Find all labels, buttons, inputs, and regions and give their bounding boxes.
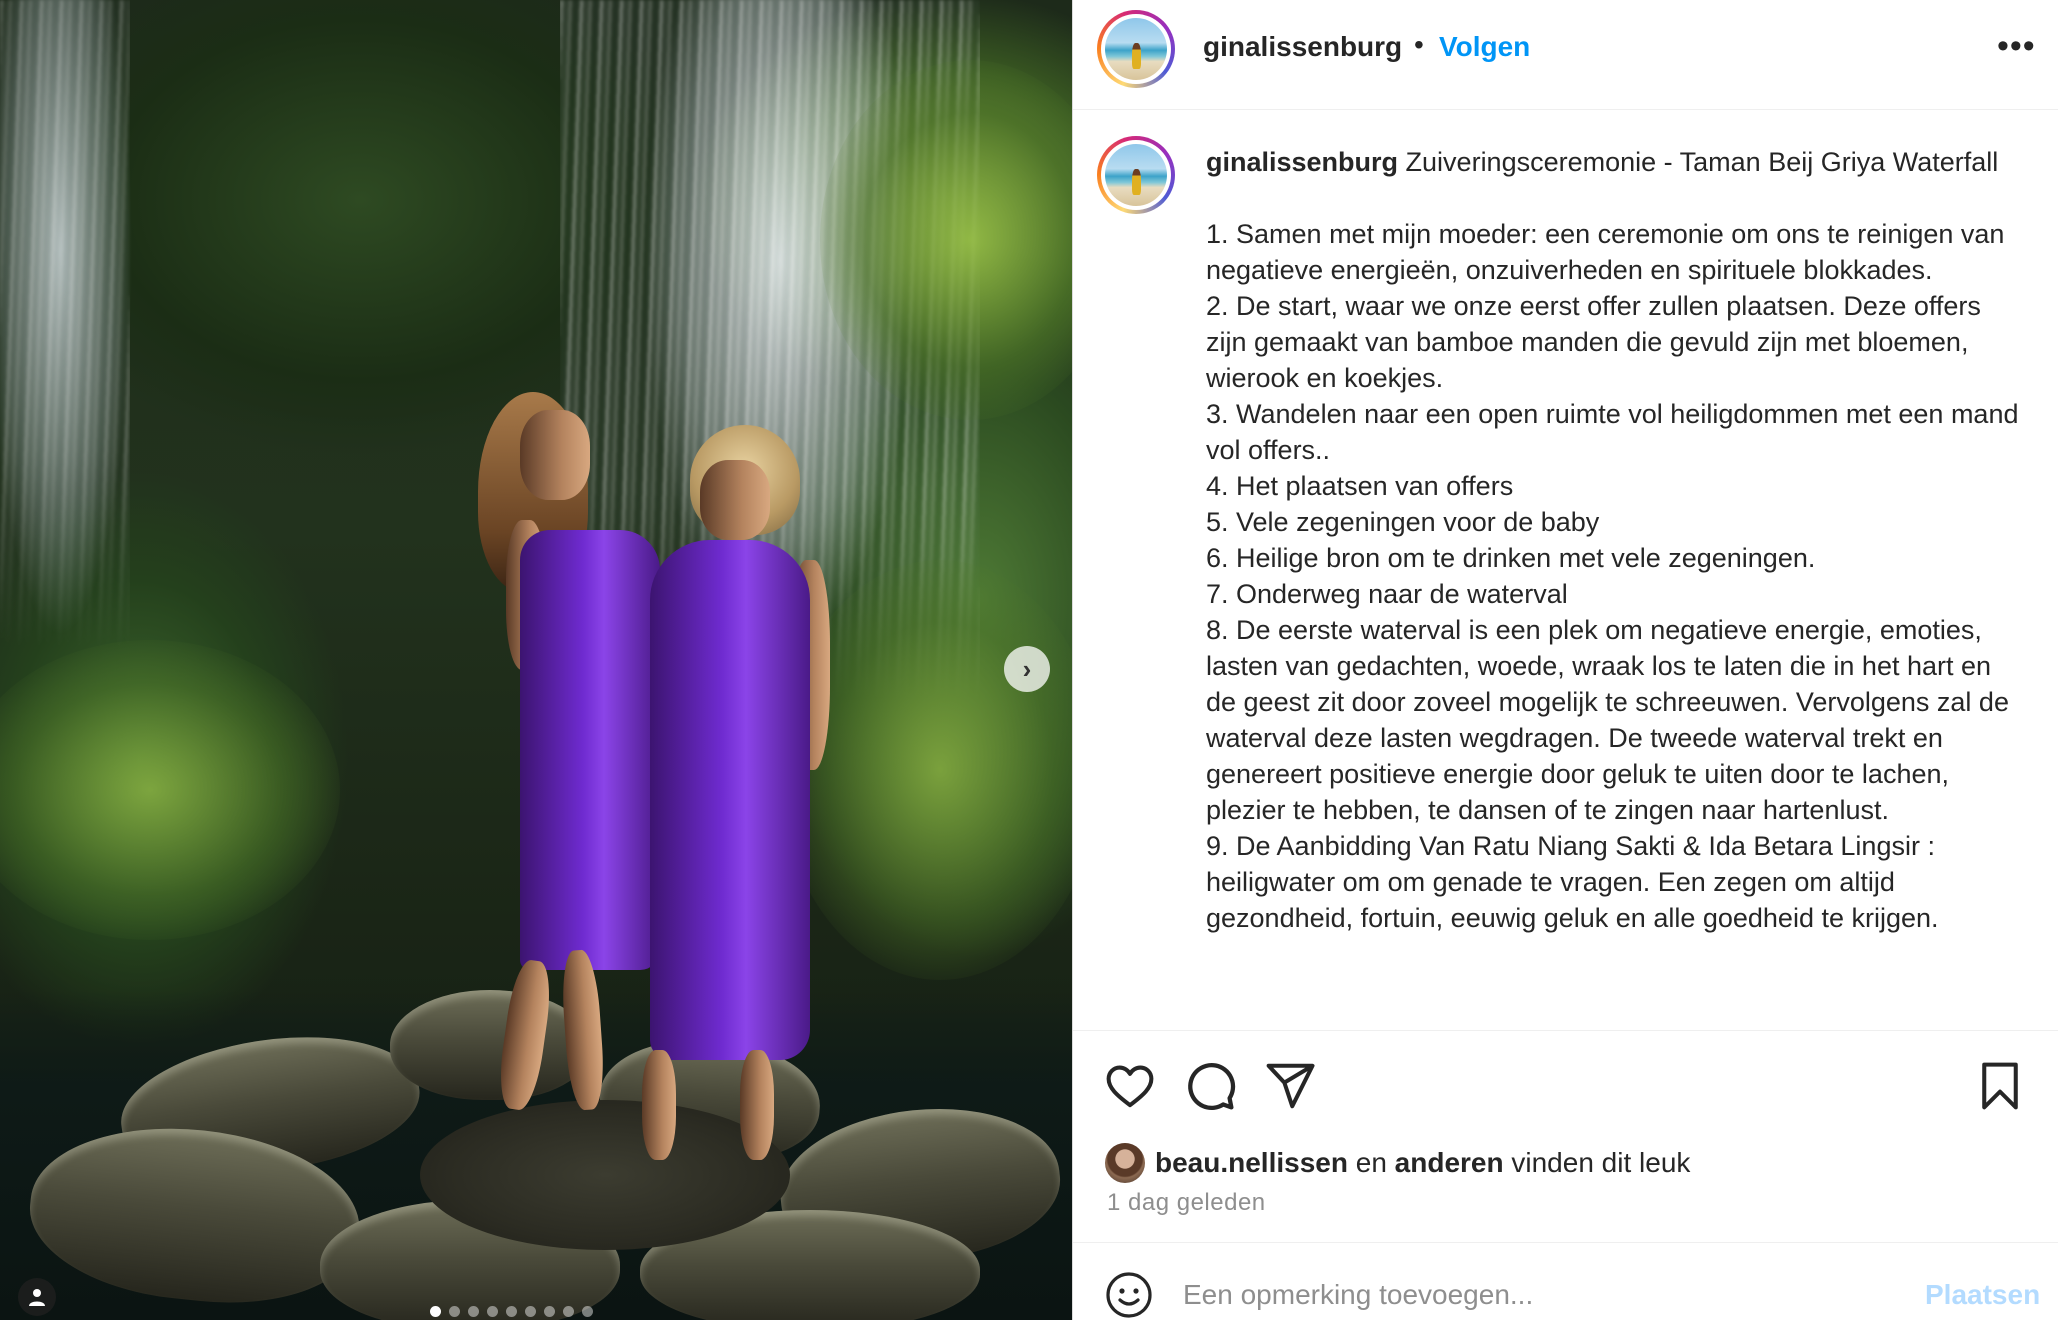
- caption-body: Zuiveringsceremonie - Taman Beij Griya W…: [1206, 147, 2019, 933]
- separator-dot: •: [1414, 29, 1424, 60]
- carousel-dot: [544, 1306, 555, 1317]
- waterfall-left: [0, 0, 130, 650]
- comment-input[interactable]: [1183, 1279, 1863, 1311]
- emoji-icon[interactable]: [1105, 1271, 1153, 1319]
- carousel-dot: [525, 1306, 536, 1317]
- post-comment-button[interactable]: Plaatsen: [1925, 1279, 2040, 1311]
- comment-bar: Plaatsen: [1073, 1242, 2058, 1320]
- caption-text: ginalissenburg Zuiveringsceremonie - Tam…: [1206, 144, 2026, 936]
- carousel-next-button[interactable]: ›: [1004, 646, 1050, 692]
- carousel-dot: [582, 1306, 593, 1317]
- likes-summary: beau.nellissen en anderen vinden dit leu…: [1105, 1143, 1690, 1183]
- liker-avatar[interactable]: [1105, 1143, 1145, 1183]
- carousel-dot: [487, 1306, 498, 1317]
- author-username[interactable]: ginalissenburg: [1203, 31, 1402, 63]
- post-photo[interactable]: ›: [0, 0, 1072, 1320]
- comment-icon[interactable]: [1183, 1059, 1237, 1113]
- carousel-dot: [430, 1306, 441, 1317]
- heart-icon[interactable]: [1103, 1059, 1157, 1113]
- post-details-panel: ginalissenburg • Volgen ••• ginalissenbu…: [1072, 0, 2058, 1320]
- liker-username[interactable]: beau.nellissen: [1155, 1147, 1348, 1179]
- foliage: [0, 640, 340, 940]
- share-icon[interactable]: [1263, 1059, 1317, 1113]
- caption-username[interactable]: ginalissenburg: [1206, 147, 1398, 177]
- carousel-dot: [468, 1306, 479, 1317]
- person-tag-icon: [29, 1289, 45, 1306]
- more-icon[interactable]: •••: [1997, 29, 2036, 63]
- post-header: ginalissenburg • Volgen •••: [1073, 0, 2058, 110]
- stone-lotus: [22, 990, 1068, 1320]
- carousel-dot: [449, 1306, 460, 1317]
- person-tag-button[interactable]: [18, 1278, 56, 1316]
- post-actions: beau.nellissen en anderen vinden dit leu…: [1073, 1030, 2058, 1250]
- post-timestamp[interactable]: 1 dag geleden: [1107, 1189, 1266, 1217]
- carousel-dot: [506, 1306, 517, 1317]
- bookmark-icon[interactable]: [1973, 1059, 2027, 1113]
- carousel-indicator: [430, 1306, 593, 1317]
- author-avatar[interactable]: [1097, 10, 1175, 88]
- follow-button[interactable]: Volgen: [1439, 31, 1530, 63]
- chevron-right-icon: ›: [1022, 653, 1032, 684]
- caption-section: ginalissenburg Zuiveringsceremonie - Tam…: [1073, 110, 2058, 1030]
- likes-others-link[interactable]: anderen: [1395, 1147, 1504, 1179]
- caption-author-avatar[interactable]: [1097, 136, 1175, 214]
- carousel-dot: [563, 1306, 574, 1317]
